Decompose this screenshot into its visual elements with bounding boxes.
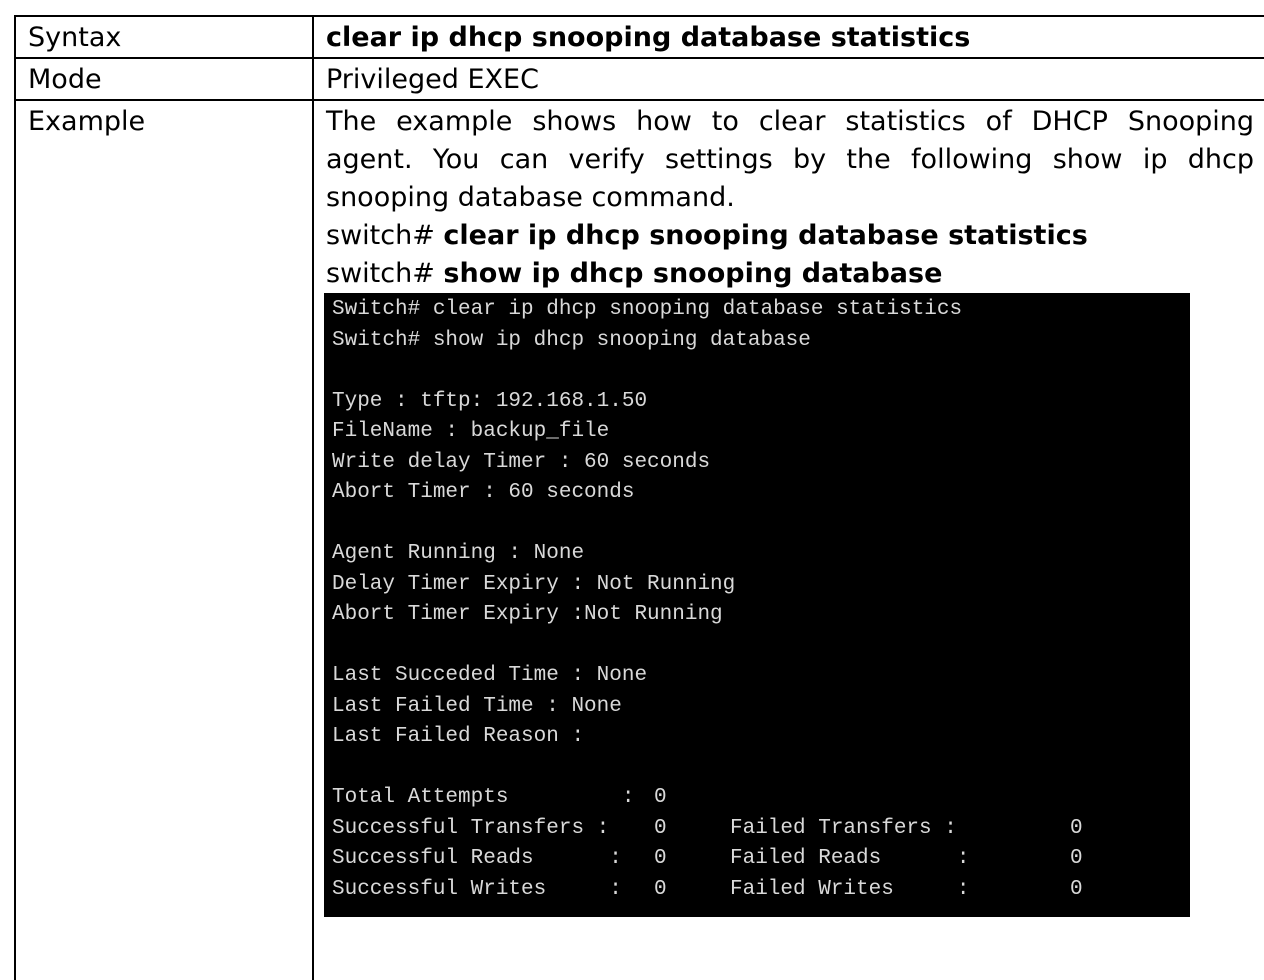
stat-label: Failed Writes : — [730, 877, 970, 901]
stat-value: 0 — [654, 877, 667, 901]
terminal-stat-line: Total Attempts : 0 — [332, 783, 1190, 814]
terminal-line: Delay Timer Expiry : Not Running — [332, 572, 736, 596]
stat-value: 0 — [1070, 847, 1083, 870]
terminal-line: Last Succeded Time : None — [332, 664, 648, 687]
mode-row: Mode Privileged EXEC — [14, 57, 1264, 101]
terminal-line: Abort Timer Expiry :Not Running — [332, 603, 723, 626]
terminal-stat-line: Successful Writes : 0 Failed Writes : 0 — [332, 875, 1190, 906]
terminal-line: Last Failed Reason : — [332, 725, 585, 748]
syntax-row: Syntax clear ip dhcp snooping database s… — [14, 15, 1264, 59]
stat-label: Failed Transfers : — [730, 816, 957, 840]
description-line: The example shows how to clear statistic… — [326, 106, 1254, 137]
stat-value: 0 — [654, 786, 667, 809]
command-reference-table: Syntax clear ip dhcp snooping database s… — [14, 15, 1264, 980]
command-line: switch# show ip dhcp snooping database — [326, 255, 1254, 293]
terminal-screenshot: Switch# clear ip dhcp snooping database … — [324, 293, 1190, 917]
syntax-value: clear ip dhcp snooping database statisti… — [312, 15, 1264, 59]
stat-label: Successful Transfers : — [332, 816, 610, 840]
command-prompt: switch# — [326, 258, 435, 289]
mode-label: Mode — [14, 57, 314, 101]
command-line: switch# clear ip dhcp snooping database … — [326, 217, 1254, 255]
stat-label: Successful Reads : — [332, 847, 622, 870]
mode-value: Privileged EXEC — [312, 57, 1264, 101]
syntax-label: Syntax — [14, 15, 314, 59]
terminal-line: Last Failed Time : None — [332, 694, 622, 718]
terminal-line: Write delay Timer : 60 seconds — [332, 450, 711, 474]
command-text: show ip dhcp snooping database — [443, 258, 943, 289]
terminal-line: Abort Timer : 60 seconds — [332, 481, 635, 504]
example-label: Example — [14, 99, 314, 980]
terminal-line: Switch# show ip dhcp snooping database — [332, 328, 811, 352]
stat-label: Successful Writes : — [332, 877, 622, 901]
stat-value: 0 — [1070, 877, 1083, 901]
stat-label: Failed Reads : — [730, 847, 970, 870]
stat-value: 0 — [654, 816, 667, 840]
terminal-line: Agent Running : None — [332, 542, 585, 565]
stat-value: 0 — [1070, 816, 1083, 840]
example-content: The example shows how to clear statistic… — [312, 99, 1264, 980]
description-line: snooping database command. — [326, 182, 735, 213]
stat-value: 0 — [654, 847, 667, 870]
description-line: agent. You can verify settings by the fo… — [326, 144, 1254, 175]
terminal-line: Switch# clear ip dhcp snooping database … — [332, 298, 963, 321]
terminal-line: FileName : backup_file — [332, 420, 610, 443]
stat-label: Total Attempts : — [332, 786, 635, 809]
terminal-stat-line: Successful Transfers : 0 Failed Transfers … — [332, 814, 1190, 845]
command-text: clear ip dhcp snooping database statisti… — [443, 220, 1088, 251]
terminal-line: Type : tftp: 192.168.1.50 — [332, 389, 648, 413]
example-row: Example The example shows how to clear s… — [14, 99, 1264, 980]
terminal-stat-line: Successful Reads : 0 Failed Reads : 0 — [332, 844, 1190, 875]
command-prompt: switch# — [326, 220, 435, 251]
